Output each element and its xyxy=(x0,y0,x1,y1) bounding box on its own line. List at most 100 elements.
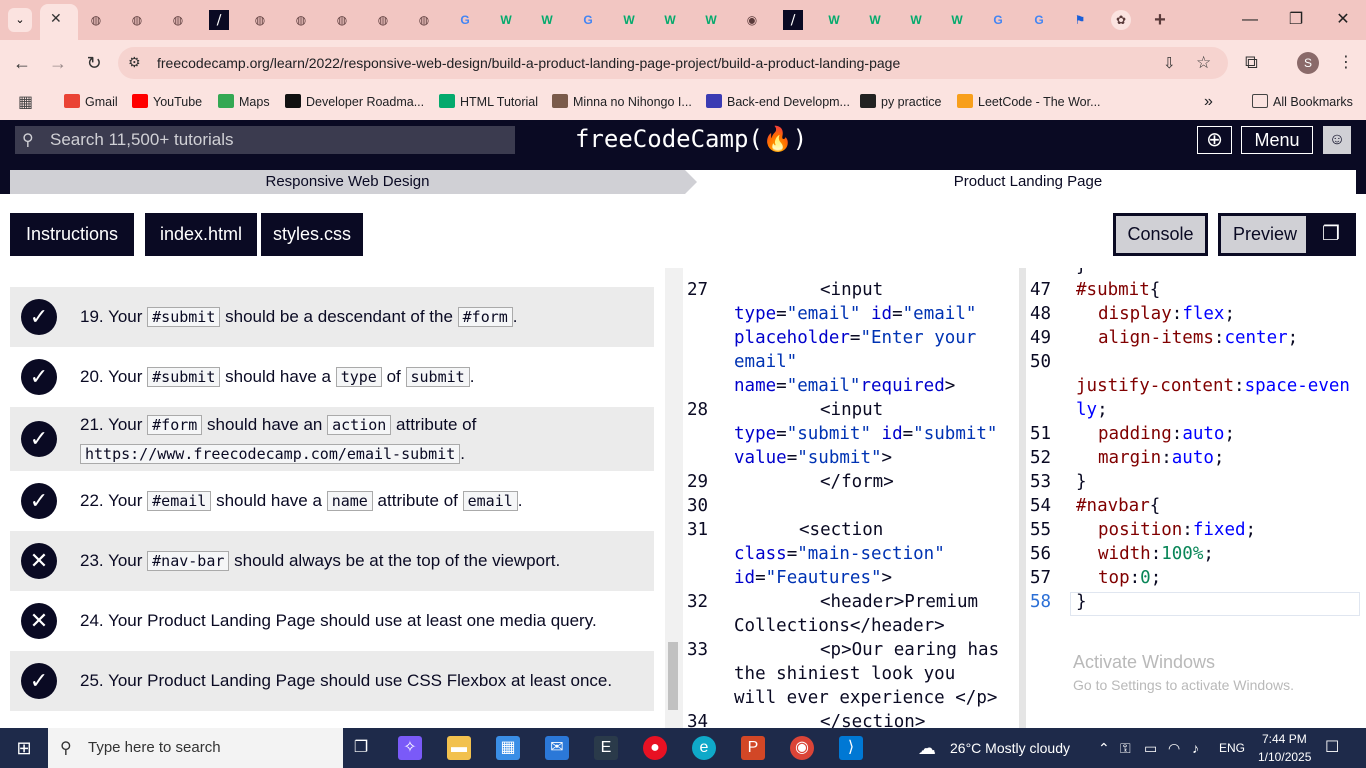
test-text: 21. Your #form should have an action att… xyxy=(80,415,477,435)
tab-icon-fcc[interactable]: ⧸ xyxy=(209,10,229,30)
editor-divider[interactable] xyxy=(1019,268,1026,728)
search-input[interactable]: Search 11,500+ tutorials xyxy=(15,126,515,154)
tab-icon-chatgpt[interactable]: ✿ xyxy=(1111,10,1131,30)
tab-icon-github[interactable]: ◉ xyxy=(742,10,762,30)
maps-icon xyxy=(218,94,234,108)
apps-grid-icon[interactable]: ▦ xyxy=(18,92,33,112)
tab-icon-fcc[interactable]: ⧸ xyxy=(783,10,803,30)
profile-avatar[interactable]: S xyxy=(1297,52,1319,74)
user-avatar[interactable]: ☺ xyxy=(1323,126,1351,154)
menu-button[interactable]: Menu xyxy=(1241,126,1313,154)
bookmarks-overflow-icon[interactable]: » xyxy=(1204,92,1213,112)
mail-icon[interactable]: ✉ xyxy=(545,736,569,760)
tab-icon-wiki[interactable]: ◍ xyxy=(86,10,106,30)
tab-icon-wiki[interactable]: ◍ xyxy=(250,10,270,30)
tab-icon-google[interactable]: G xyxy=(988,10,1008,30)
tab-icon-flag[interactable]: ⚑ xyxy=(1070,10,1090,30)
minimize-icon[interactable]: — xyxy=(1238,8,1262,32)
tray-language[interactable]: ENG xyxy=(1219,728,1245,768)
bookmark-star-icon[interactable]: ☆ xyxy=(1196,53,1211,73)
reload-icon[interactable]: ↻ xyxy=(83,52,105,74)
passed-check-icon: ✓ xyxy=(21,663,57,699)
task-view-icon[interactable]: ❐ xyxy=(349,736,373,760)
tab-icon-w3[interactable]: W xyxy=(660,10,680,30)
copilot-icon[interactable]: ✧ xyxy=(398,736,422,760)
restore-icon[interactable]: ❐ xyxy=(1284,8,1308,32)
tab-icon-wiki[interactable]: ◍ xyxy=(291,10,311,30)
new-tab-icon[interactable]: + xyxy=(1150,10,1170,30)
tab-icon-w3[interactable]: W xyxy=(906,10,926,30)
chrome-icon[interactable]: ◉ xyxy=(790,736,814,760)
bookmark-leetcode[interactable]: LeetCode - The Wor... xyxy=(957,92,1101,112)
tab-icon-w3[interactable]: W xyxy=(824,10,844,30)
site-info-icon[interactable]: ⚙ xyxy=(128,54,141,71)
windows-start-icon[interactable]: ⊞ xyxy=(12,736,36,760)
tray-network-icon[interactable]: ⚿ xyxy=(1120,728,1131,768)
close-window-icon[interactable]: ✕ xyxy=(1331,8,1355,32)
tab-icon-w3[interactable]: W xyxy=(537,10,557,30)
tray-battery-icon[interactable]: ▭ xyxy=(1144,728,1157,768)
bookmark-gmail[interactable]: Gmail xyxy=(64,92,118,112)
html-editor[interactable]: 27 <input type="email" id="email" placeh… xyxy=(683,268,1019,728)
tab-instructions[interactable]: Instructions xyxy=(10,213,134,256)
tab-index-html[interactable]: index.html xyxy=(145,213,257,256)
bookmark-backend[interactable]: Back-end Developm... xyxy=(706,92,850,112)
bookmark-maps[interactable]: Maps xyxy=(218,92,270,112)
powerpoint-icon[interactable]: P xyxy=(741,736,765,760)
tab-icon-wiki[interactable]: ◍ xyxy=(127,10,147,30)
edge-icon[interactable]: e xyxy=(692,736,716,760)
tab-icon-google[interactable]: G xyxy=(455,10,475,30)
popout-preview-icon[interactable]: ❐ xyxy=(1306,213,1356,256)
tray-volume-icon[interactable]: ♪ xyxy=(1192,728,1199,768)
forward-icon[interactable]: → xyxy=(47,52,69,74)
notifications-icon[interactable]: ☐ xyxy=(1325,728,1339,768)
tab-icon-w3[interactable]: W xyxy=(619,10,639,30)
tab-styles-css[interactable]: styles.css xyxy=(261,213,363,256)
bookmark-youtube[interactable]: YouTube xyxy=(132,92,202,112)
tray-wifi-icon[interactable]: ◠ xyxy=(1168,728,1180,768)
bookmark-py-practice[interactable]: py practice xyxy=(860,92,941,112)
bookmark-minna[interactable]: Minna no Nihongo I... xyxy=(552,92,692,112)
tab-icon-w3[interactable]: W xyxy=(496,10,516,30)
tab-icon-wiki[interactable]: ◍ xyxy=(168,10,188,30)
tab-icon-w3[interactable]: W xyxy=(947,10,967,30)
install-app-icon[interactable]: ⇩ xyxy=(1163,54,1176,72)
tray-chevron-icon[interactable]: ⌃ xyxy=(1098,728,1110,768)
breadcrumb-course[interactable]: Responsive Web Design xyxy=(10,170,685,194)
tab-icon-w3[interactable]: W xyxy=(865,10,885,30)
terminal-icon[interactable]: E xyxy=(594,736,618,760)
preview-button[interactable]: Preview xyxy=(1218,213,1312,256)
taskbar-search-input[interactable]: Type here to search xyxy=(48,728,343,768)
language-globe-icon[interactable]: ⊕ xyxy=(1197,126,1232,154)
tab-icon-google[interactable]: G xyxy=(1029,10,1049,30)
weather-text[interactable]: 26°C Mostly cloudy xyxy=(950,728,1070,768)
ms-store-icon[interactable]: ▦ xyxy=(496,736,520,760)
url-text[interactable]: freecodecamp.org/learn/2022/responsive-w… xyxy=(157,55,900,71)
media-player-icon[interactable]: ● xyxy=(643,736,667,760)
test-item: ✓ 20. Your #submit should have a type of… xyxy=(10,347,654,407)
bookmark-roadmap[interactable]: Developer Roadma... xyxy=(285,92,424,112)
vscode-icon[interactable]: ⟩ xyxy=(839,736,863,760)
tray-date[interactable]: 1/10/2025 xyxy=(1258,748,1311,766)
tab-icon-wiki[interactable]: ◍ xyxy=(332,10,352,30)
all-bookmarks[interactable]: All Bookmarks xyxy=(1252,92,1353,112)
console-button[interactable]: Console xyxy=(1113,213,1208,256)
weather-icon[interactable]: ☁ xyxy=(918,728,936,768)
gmail-icon xyxy=(64,94,80,108)
tab-search-button[interactable]: ⌄ xyxy=(8,8,32,32)
bookmark-html-tutorial[interactable]: HTML Tutorial xyxy=(439,92,538,112)
back-icon[interactable]: ← xyxy=(11,52,33,74)
scrollbar-thumb[interactable] xyxy=(668,642,678,710)
fcc-logo[interactable]: freeCodeCamp(🔥) xyxy=(575,124,807,154)
tab-icon-google[interactable]: G xyxy=(578,10,598,30)
tab-icon-wiki[interactable]: ◍ xyxy=(414,10,434,30)
extensions-icon[interactable]: ⧉ xyxy=(1245,52,1258,73)
tab-icon-w3[interactable]: W xyxy=(701,10,721,30)
backend-icon xyxy=(706,94,722,108)
tab-icon-wiki[interactable]: ◍ xyxy=(373,10,393,30)
file-explorer-icon[interactable]: ▬ xyxy=(447,736,471,760)
close-tab-icon[interactable]: ✕ xyxy=(50,10,62,27)
tray-time[interactable]: 7:44 PM xyxy=(1262,730,1307,748)
chrome-menu-icon[interactable]: ⋮ xyxy=(1338,52,1354,72)
current-line-highlight xyxy=(1070,592,1360,616)
